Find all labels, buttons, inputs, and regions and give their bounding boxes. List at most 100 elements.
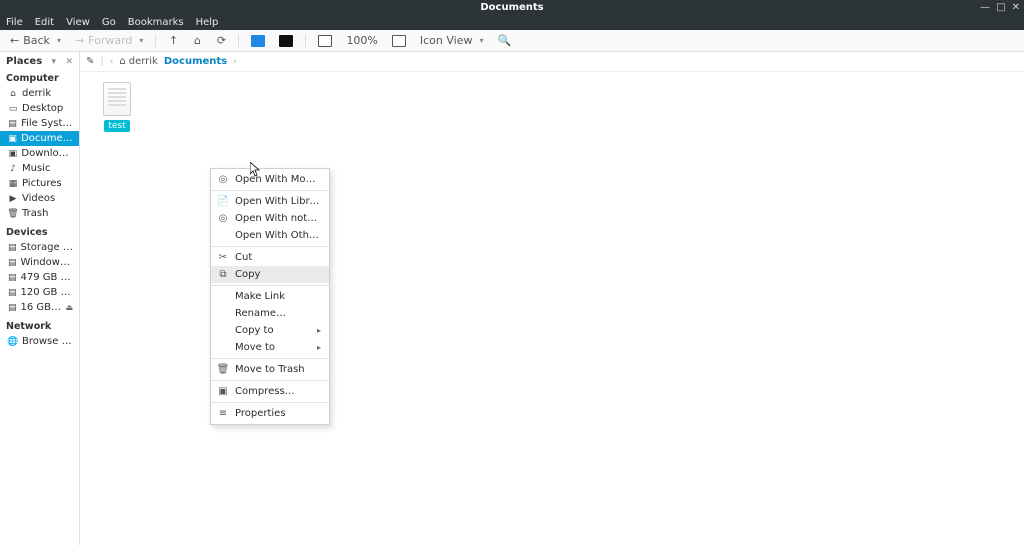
zoom-in-button[interactable] [388, 32, 410, 50]
sidebar-item-desktop[interactable]: ▭Desktop [0, 101, 79, 116]
sidebar-item-documents[interactable]: ▣Documents [0, 131, 79, 146]
arrow-left-icon: ← [10, 34, 19, 47]
close-sidebar-icon[interactable]: ✕ [65, 57, 73, 67]
ctx-rename[interactable]: •Rename… [211, 305, 329, 322]
separator: | [100, 56, 103, 67]
sidebar-title: Places [6, 56, 42, 67]
sidebar-item-trash[interactable]: 🗑Trash [0, 206, 79, 221]
file-item[interactable]: test [94, 82, 140, 132]
separator [211, 190, 329, 191]
close-button[interactable]: ✕ [1012, 2, 1020, 13]
view-folder-color[interactable] [247, 32, 269, 50]
breadcrumb-label: derrik [129, 56, 158, 67]
sidebar-item-label: Videos [22, 193, 55, 204]
chevron-left-icon[interactable]: ‹ [110, 57, 114, 67]
ctx-copy-to[interactable]: •Copy to▸ [211, 322, 329, 339]
ctx-make-link[interactable]: •Make Link [211, 288, 329, 305]
sidebar-item-home[interactable]: ⌂derrik [0, 86, 79, 101]
path-bar: ✎ | ‹ ⌂ derrik Documents › [80, 52, 1024, 72]
edit-path-icon[interactable]: ✎ [86, 56, 94, 67]
sidebar-item-label: File System [21, 118, 73, 129]
ctx-label: Open With Mousepad [235, 174, 321, 185]
view-terminal[interactable] [275, 32, 297, 50]
forward-label: Forward [88, 34, 132, 47]
breadcrumb-current[interactable]: Documents [164, 56, 227, 67]
chevron-right-icon[interactable]: › [233, 57, 237, 67]
drive-icon: ▤ [8, 288, 17, 298]
ctx-move-to-trash[interactable]: 🗑Move to Trash [211, 361, 329, 378]
folder-icon: ▣ [8, 149, 17, 159]
ctx-open-mousepad[interactable]: ◎Open With Mousepad [211, 171, 329, 188]
menu-view[interactable]: View [66, 17, 90, 28]
sidebar-item-drive[interactable]: ▤Windows SSD sto… [0, 255, 79, 270]
ctx-label: Open With Other Application… [235, 230, 321, 241]
ctx-open-other[interactable]: •Open With Other Application… [211, 227, 329, 244]
menu-edit[interactable]: Edit [35, 17, 54, 28]
ctx-cut[interactable]: ✂Cut [211, 249, 329, 266]
chevron-right-icon: ▸ [317, 326, 321, 335]
menu-bar: File Edit View Go Bookmarks Help [0, 14, 1024, 30]
maximize-button[interactable]: □ [996, 2, 1005, 13]
menu-go[interactable]: Go [102, 17, 116, 28]
window-buttons: — □ ✕ [980, 0, 1020, 14]
ctx-label: Compress… [235, 386, 321, 397]
sidebar-item-browse-network[interactable]: 🌐Browse Network [0, 334, 79, 349]
ctx-open-libreoffice[interactable]: 📄Open With LibreOffice Writer [211, 193, 329, 210]
zoom-out-button[interactable] [314, 32, 336, 50]
ctx-move-to[interactable]: •Move to▸ [211, 339, 329, 356]
sidebar-item-label: Storage Windows [21, 242, 73, 253]
sidebar-item-pictures[interactable]: ▦Pictures [0, 176, 79, 191]
music-icon: ♪ [8, 164, 18, 174]
sidebar-item-music[interactable]: ♪Music [0, 161, 79, 176]
eject-icon[interactable]: ⏏ [65, 303, 73, 312]
sidebar-item-label: Downloads [21, 148, 73, 159]
ctx-label: Make Link [235, 291, 321, 302]
folder-icon: ▣ [8, 134, 17, 144]
app-icon: ◎ [217, 213, 229, 224]
ctx-label: Copy [235, 269, 321, 280]
sidebar-item-drive[interactable]: ▤479 GB Volume [0, 270, 79, 285]
menu-help[interactable]: Help [196, 17, 219, 28]
separator [211, 402, 329, 403]
icon-view[interactable]: test ◎Open With Mousepad 📄Open With Libr… [80, 72, 1024, 545]
drive-icon: ▤ [8, 273, 17, 283]
back-button[interactable]: ← Back ▾ [6, 32, 65, 50]
minimize-button[interactable]: — [980, 2, 990, 13]
terminal-icon [279, 35, 293, 47]
chevron-down-icon[interactable]: ▾ [52, 57, 57, 67]
up-button[interactable]: ↑ [164, 32, 182, 50]
sidebar-item-drive[interactable]: ▤120 GB Volume [0, 285, 79, 300]
reload-button[interactable]: ⟳ [212, 32, 230, 50]
chevron-down-icon: ▾ [139, 36, 143, 45]
home-button[interactable]: ⌂ [188, 32, 206, 50]
properties-icon: ≡ [217, 408, 229, 419]
sidebar-item-downloads[interactable]: ▣ Downloads [0, 146, 79, 161]
ctx-open-notepad[interactable]: ◎Open With notepad [211, 210, 329, 227]
sidebar-item-videos[interactable]: ▶Videos [0, 191, 79, 206]
ctx-copy[interactable]: ⧉Copy [211, 266, 329, 283]
sidebar-item-label: derrik [22, 88, 51, 99]
menu-bookmarks[interactable]: Bookmarks [128, 17, 184, 28]
disk-icon: ▤ [8, 119, 17, 129]
ctx-label: Cut [235, 252, 321, 263]
ctx-compress[interactable]: ▣Compress… [211, 383, 329, 400]
zoom-level[interactable]: 100% [342, 32, 381, 50]
view-mode-select[interactable]: Icon View ▾ [416, 32, 488, 50]
back-label: Back [23, 34, 50, 47]
sidebar-item-drive[interactable]: ▤16 GB Volu…⏏ [0, 300, 79, 315]
sidebar-item-drive[interactable]: ▤Storage Windows [0, 240, 79, 255]
sidebar-item-label: Browse Network [22, 336, 73, 347]
zoom-plus-icon [392, 35, 406, 47]
sidebar-item-filesystem[interactable]: ▤ File System [0, 116, 79, 131]
ctx-label: Properties [235, 408, 321, 419]
breadcrumb-home[interactable]: ⌂ derrik [119, 56, 157, 67]
trash-icon: 🗑 [217, 364, 229, 375]
ctx-properties[interactable]: ≡ Properties [211, 405, 329, 422]
reload-icon: ⟳ [217, 34, 226, 47]
sidebar-group-computer: Computer [0, 71, 79, 86]
search-button[interactable]: 🔍 [494, 32, 516, 50]
separator [211, 285, 329, 286]
desktop-icon: ▭ [8, 104, 18, 114]
forward-button[interactable]: → Forward ▾ [71, 32, 147, 50]
menu-file[interactable]: File [6, 17, 23, 28]
